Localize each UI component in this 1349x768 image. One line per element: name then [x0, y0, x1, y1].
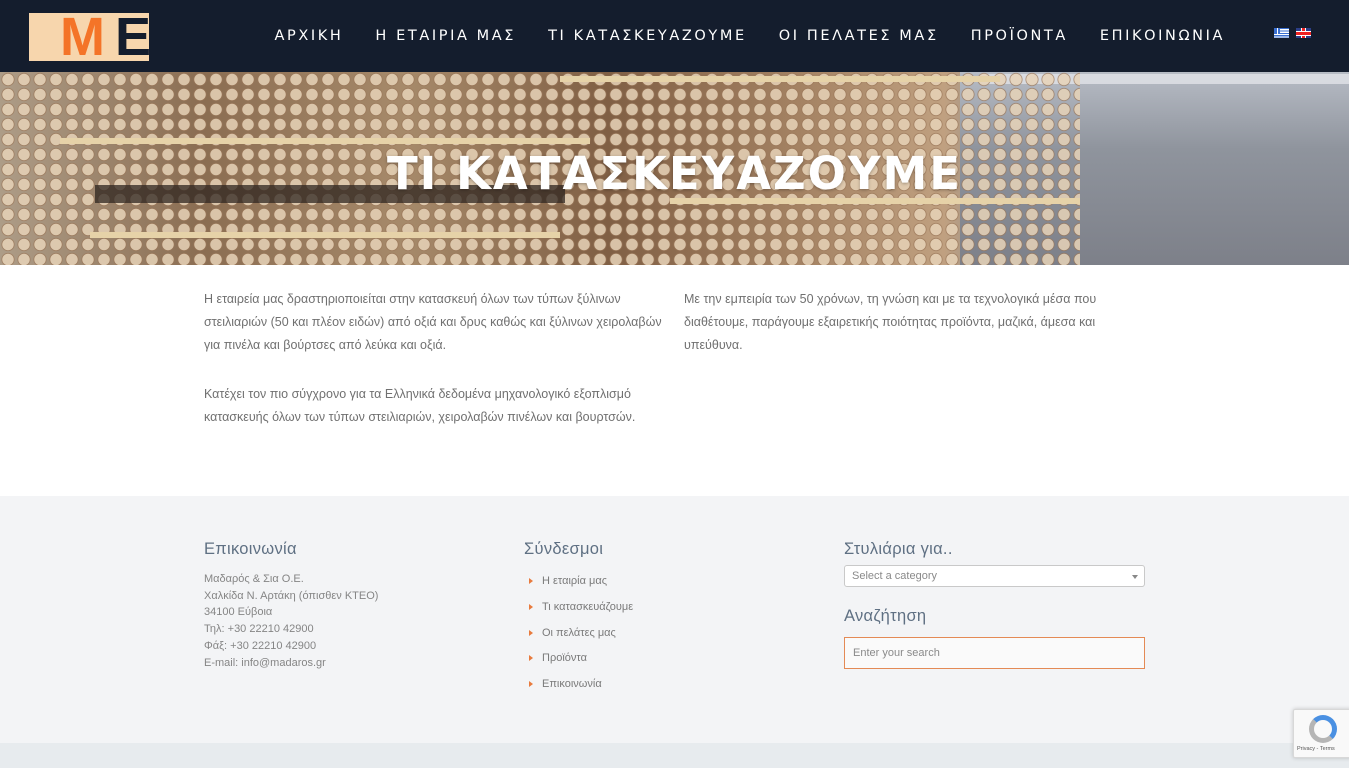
triangle-bullet-icon	[529, 603, 533, 610]
triangle-bullet-icon	[529, 629, 533, 636]
footer-bottom-bar	[0, 743, 1349, 768]
logo-letter-e: E	[115, 13, 149, 61]
footer-link-products[interactable]: Προϊόντα	[542, 652, 587, 664]
site-header: M E ΑΡΧΙΚΗ Η ΕΤΑΙΡΙΑ ΜΑΣ ΤΙ ΚΑΤΑΣΚΕΥΑΖΟΥ…	[0, 0, 1349, 72]
content-column-left: Η εταιρεία μας δραστηριοποιείται στην κα…	[204, 288, 664, 455]
triangle-bullet-icon	[529, 578, 533, 584]
content-column-right: Με την εμπειρία των 50 χρόνων, τη γνώση …	[684, 288, 1144, 383]
contact-address: Χαλκίδα Ν. Αρτάκη (όπισθεν ΚΤΕΟ)	[204, 589, 379, 602]
uk-flag-icon[interactable]	[1296, 28, 1311, 38]
contact-phone: Τηλ: +30 22210 42900	[204, 623, 314, 636]
nav-item-products[interactable]: ΠΡΟΪΟΝΤΑ	[971, 28, 1068, 44]
main-content: Η εταιρεία μας δραστηριοποιείται στην κα…	[0, 265, 1349, 496]
chevron-down-icon	[1132, 575, 1138, 579]
footer-link-company[interactable]: Η εταιρία μας	[542, 575, 607, 587]
contact-email: E-mail: info@madaros.gr	[204, 656, 326, 669]
footer-contact-title: Επικοινωνία	[204, 540, 297, 558]
footer-categories: Στυλιάρια για.. Select a category Αναζήτ…	[844, 540, 1145, 669]
main-nav: ΑΡΧΙΚΗ Η ΕΤΑΙΡΙΑ ΜΑΣ ΤΙ ΚΑΤΑΣΚΕΥΑΖΟΥΜΕ Ο…	[243, 0, 1225, 72]
footer-links-list: Η εταιρία μας Τι κατασκευάζουμε Οι πελάτ…	[524, 569, 633, 698]
paragraph: Κατέχει τον πιο σύγχρονο για τα Ελληνικά…	[204, 387, 636, 424]
contact-company: Μαδαρός & Σια Ο.Ε.	[204, 573, 304, 585]
greek-flag-icon[interactable]	[1274, 28, 1289, 38]
triangle-bullet-icon	[529, 655, 533, 662]
footer-categories-title: Στυλιάρια για..	[844, 540, 953, 558]
footer-contact: Επικοινωνία Μαδαρός & Σια Ο.Ε. Χαλκίδα Ν…	[204, 540, 378, 671]
nav-item-company[interactable]: Η ΕΤΑΙΡΙΑ ΜΑΣ	[375, 28, 516, 44]
footer-link-item: Επικοινωνία	[524, 672, 633, 698]
nav-item-home[interactable]: ΑΡΧΙΚΗ	[275, 28, 344, 44]
footer-link-item: Η εταιρία μας	[524, 569, 633, 595]
recaptcha-badge[interactable]: Privacy - Terms	[1293, 709, 1349, 758]
footer-link-clients[interactable]: Οι πελάτες μας	[542, 627, 616, 639]
paragraph: Η εταιρεία μας δραστηριοποιείται στην κα…	[204, 292, 662, 352]
logo-letter-m: M	[60, 13, 105, 61]
recaptcha-icon	[1309, 715, 1337, 743]
footer-link-what-we-make[interactable]: Τι κατασκευάζουμε	[542, 601, 633, 613]
contact-fax: Φάξ: +30 22210 42900	[204, 639, 317, 652]
footer-link-contact[interactable]: Επικοινωνία	[542, 678, 602, 690]
search-placeholder: Enter your search	[853, 647, 940, 659]
footer-link-item: Προϊόντα	[524, 646, 633, 672]
language-switcher	[1274, 28, 1311, 38]
footer-links-title: Σύνδεσμοι	[524, 540, 604, 558]
recaptcha-links[interactable]: Privacy - Terms	[1297, 746, 1335, 752]
category-select-value: Select a category	[852, 570, 937, 582]
site-logo[interactable]: M E	[29, 13, 149, 61]
footer-link-item: Οι πελάτες μας	[524, 621, 633, 647]
hero-banner: ΤΙ ΚΑΤΑΣΚΕΥΑΖΟΥΜΕ	[0, 72, 1349, 265]
site-footer: Επικοινωνία Μαδαρός & Σια Ο.Ε. Χαλκίδα Ν…	[0, 496, 1349, 743]
contact-city: 34100 Εύβοια	[204, 606, 273, 619]
category-select[interactable]: Select a category	[844, 565, 1145, 587]
footer-link-item: Τι κατασκευάζουμε	[524, 595, 633, 621]
paragraph: Με την εμπειρία των 50 χρόνων, τη γνώση …	[684, 292, 1097, 352]
nav-item-clients[interactable]: ΟΙ ΠΕΛΑΤΕΣ ΜΑΣ	[779, 28, 939, 44]
footer-search-title: Αναζήτηση	[844, 607, 927, 625]
triangle-bullet-icon	[529, 681, 533, 688]
page-title: ΤΙ ΚΑΤΑΣΚΕΥΑΖΟΥΜΕ	[386, 147, 963, 200]
nav-item-what-we-make[interactable]: ΤΙ ΚΑΤΑΣΚΕΥΑΖΟΥΜΕ	[548, 28, 747, 44]
nav-item-contact[interactable]: ΕΠΙΚΟΙΝΩΝΙΑ	[1100, 28, 1225, 44]
search-input[interactable]: Enter your search	[844, 637, 1145, 669]
footer-links: Σύνδεσμοι Η εταιρία μας Τι κατασκευάζουμ…	[524, 540, 633, 698]
